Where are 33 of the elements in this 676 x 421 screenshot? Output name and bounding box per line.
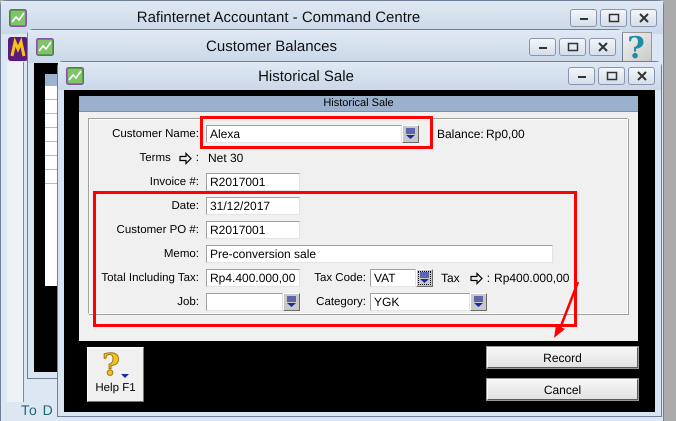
window-title: Historical Sale — [257, 68, 355, 84]
text-field[interactable]: 31/12/2017 — [206, 197, 300, 215]
field-label: Job: — [176, 296, 199, 308]
text-field[interactable]: R2017001 — [206, 221, 300, 239]
dropdown-field[interactable]: Alexa — [206, 125, 402, 143]
form-header: Historical Sale — [79, 96, 638, 112]
balance-value: Rp0,00 — [486, 127, 525, 141]
dropdown-field[interactable]: YGK — [370, 293, 470, 311]
help-button[interactable]: ? Help F1 — [87, 347, 144, 402]
text-field[interactable]: Rp4.400.000,00 — [206, 269, 300, 287]
window-title: Customer Balances — [205, 38, 338, 55]
separator: : — [196, 152, 199, 164]
dropdown-field[interactable]: VAT — [370, 269, 416, 287]
text-field[interactable]: R2017001 — [206, 173, 300, 191]
field-label: Date: — [170, 200, 199, 212]
record-button[interactable]: Record — [487, 347, 638, 368]
field-label: Memo: — [162, 248, 199, 260]
field-label: Total Including Tax: — [100, 272, 199, 284]
window-title: Rafinternet Accountant - Command Centre — [136, 9, 422, 26]
field-label: Category: — [315, 296, 366, 308]
terms-value: Net 30 — [208, 151, 244, 165]
separator: : — [486, 271, 490, 285]
field-label: Customer PO #: — [116, 224, 199, 236]
panel-label: To D — [21, 402, 54, 418]
terms-label: Terms — [139, 152, 171, 164]
tax-value: Rp400.000,00 — [494, 271, 570, 285]
balance-label: Balance: — [437, 127, 485, 141]
field-label: Customer Name: — [111, 128, 199, 140]
text-field[interactable]: Pre-conversion sale — [206, 245, 553, 263]
tax-label: Tax — [441, 271, 460, 285]
field-label: Tax Code: — [313, 272, 366, 284]
field-label: Invoice #: — [148, 176, 199, 188]
cancel-button[interactable]: Cancel — [487, 379, 638, 400]
